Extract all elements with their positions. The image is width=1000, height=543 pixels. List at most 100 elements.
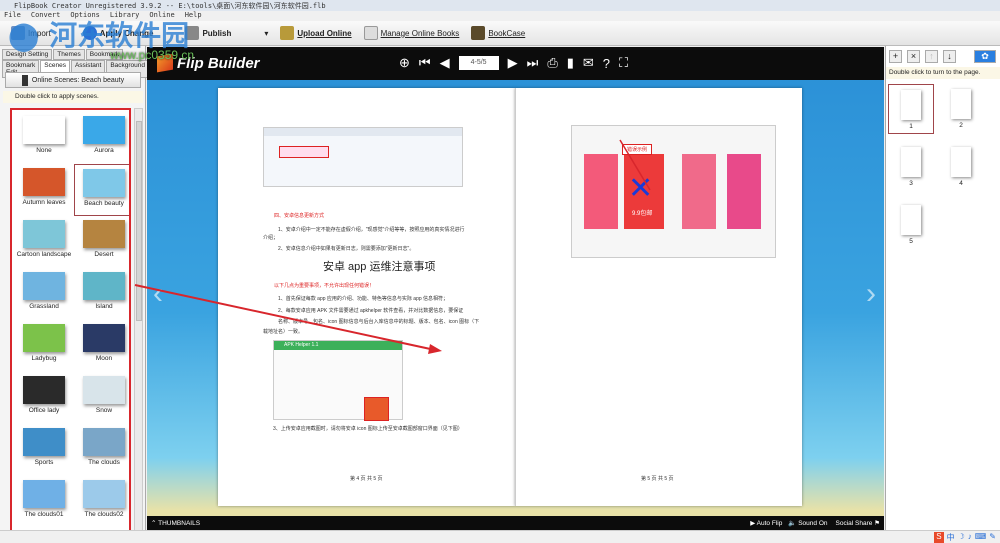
page-indicator-input[interactable]: 4-5/5 bbox=[458, 56, 499, 70]
ime-mode-icon[interactable]: 中 bbox=[947, 532, 955, 543]
sound-button[interactable]: 🔈 Sound On bbox=[788, 519, 827, 527]
scenes-list: None Aurora Autumn leaves Beach beauty Carto… bbox=[10, 108, 131, 541]
scene-thumbnail bbox=[23, 480, 65, 508]
flipbook-viewer: Flip Builder ⊕ ⏮ ◀ 4-5/5 ▶ ⏭ ⎙ ▮ ✉? ⛶ ‹ › 四、安卓信… bbox=[147, 47, 884, 530]
import-label: Import bbox=[28, 28, 51, 38]
scene-label: Moon bbox=[95, 355, 113, 362]
upload-online-button[interactable]: Upload Online bbox=[277, 24, 354, 42]
menu-help[interactable]: Help bbox=[185, 11, 202, 21]
add-page-button[interactable]: + bbox=[889, 50, 902, 63]
move-up-button[interactable]: ↑ bbox=[925, 50, 938, 63]
publish-button[interactable]: Publish ▾ bbox=[182, 24, 271, 42]
print-icon[interactable]: ⎙ bbox=[547, 55, 557, 71]
menu-options[interactable]: Options bbox=[70, 11, 100, 21]
import-icon bbox=[11, 26, 25, 40]
apply-icon bbox=[82, 26, 97, 40]
ime-keyboard-icon[interactable]: ⌨ bbox=[975, 532, 987, 543]
scene-thumbnail bbox=[23, 220, 65, 248]
page-preview bbox=[901, 205, 921, 235]
scene-item[interactable]: Aurora bbox=[74, 112, 129, 164]
scene-label: The clouds bbox=[88, 459, 120, 466]
thumbnails-label: THUMBNAILS bbox=[158, 520, 201, 527]
scene-item[interactable]: The clouds01 bbox=[14, 476, 74, 528]
scene-item[interactable]: Autumn leaves bbox=[14, 164, 74, 216]
page-thumbnail[interactable]: 4 bbox=[938, 142, 984, 192]
autoflip-label: Auto Flip bbox=[756, 520, 783, 527]
scene-item[interactable]: None bbox=[14, 112, 74, 164]
ime-settings-icon[interactable]: ✎ bbox=[989, 532, 996, 543]
scene-item[interactable]: Ladybug bbox=[14, 320, 74, 372]
scene-item[interactable]: The clouds bbox=[74, 424, 129, 476]
paragraph: 载地址名）一致。 bbox=[263, 329, 304, 335]
scene-item[interactable]: Island bbox=[74, 268, 129, 320]
scene-item[interactable]: Cartoon landscape bbox=[14, 216, 74, 268]
paragraph: 1、首先保证每款 app 应用的介绍、功能、特色等信息与实际 app 信息相符； bbox=[278, 296, 449, 302]
tab-themes[interactable]: Themes bbox=[53, 49, 85, 60]
tab-bookmark[interactable]: Bookmark bbox=[85, 49, 124, 60]
sound-label: Sound On bbox=[798, 520, 828, 527]
tab-design-setting[interactable]: Design Setting bbox=[2, 49, 53, 60]
scene-item[interactable]: Beach beauty bbox=[74, 164, 129, 216]
next-page-icon[interactable]: ▶ bbox=[508, 55, 518, 71]
delete-page-button[interactable]: × bbox=[907, 50, 920, 63]
scene-item[interactable]: The clouds02 bbox=[74, 476, 129, 528]
import-button[interactable]: Import bbox=[8, 24, 54, 42]
menu-convert[interactable]: Convert bbox=[31, 11, 61, 21]
ime-moon-icon[interactable]: ☽ bbox=[958, 532, 965, 543]
scene-item[interactable]: Desert bbox=[74, 216, 129, 268]
zoom-in-icon[interactable]: ⊕ bbox=[399, 55, 410, 71]
book-icon bbox=[21, 74, 28, 86]
toolbar: Import Apply Change Publish ▾ Upload Onli… bbox=[0, 21, 1000, 46]
ime-mic-icon[interactable]: ♪ bbox=[968, 532, 972, 543]
scene-thumbnail bbox=[23, 376, 65, 404]
scene-label: Office lady bbox=[28, 407, 60, 414]
move-down-button[interactable]: ↓ bbox=[943, 50, 956, 63]
bookmark-icon[interactable]: ▮ bbox=[567, 55, 574, 71]
page-thumbnail[interactable]: 1 bbox=[888, 84, 934, 134]
help-icon[interactable]: ? bbox=[603, 56, 610, 71]
scene-item[interactable]: Office lady bbox=[14, 372, 74, 424]
scenes-scrollbar[interactable] bbox=[134, 108, 143, 541]
menu-file[interactable]: File bbox=[4, 11, 21, 21]
sogou-icon[interactable]: S bbox=[934, 532, 944, 543]
price-label: 9.9包邮 bbox=[632, 211, 653, 217]
right-page[interactable]: ✕ 错误示例 9.9包邮 第 5 页 共 5 页 bbox=[515, 88, 802, 506]
manage-online-books-button[interactable]: Manage Online Books bbox=[361, 24, 463, 42]
scene-item[interactable]: Snow bbox=[74, 372, 129, 424]
online-scenes-button[interactable]: Online Scenes: Beach beauty bbox=[5, 72, 141, 88]
scene-thumbnail bbox=[83, 272, 125, 300]
fullscreen-icon[interactable]: ⛶ bbox=[619, 55, 628, 71]
scene-thumbnail bbox=[23, 168, 65, 196]
menu-library[interactable]: Library bbox=[110, 11, 140, 21]
publish-icon bbox=[185, 26, 200, 40]
left-page[interactable]: 四、安卓信息更新方式 1、安卓介绍中一定不能存在虚假介绍，"现感觉"介绍等等，按… bbox=[218, 88, 515, 506]
apply-change-button[interactable]: Apply Change bbox=[80, 24, 157, 42]
prev-arrow-icon[interactable]: ‹ bbox=[153, 277, 163, 311]
email-icon[interactable]: ✉ bbox=[583, 55, 594, 71]
prev-page-icon[interactable]: ◀ bbox=[440, 55, 450, 71]
viewer-controls: ⊕ ⏮ ◀ 4-5/5 ▶ ⏭ ⎙ ▮ ✉? ⛶ bbox=[399, 55, 628, 71]
share-icon[interactable]: ✿ bbox=[974, 50, 996, 63]
publish-dropdown-icon[interactable]: ▾ bbox=[264, 29, 268, 38]
scene-item[interactable]: Sports bbox=[14, 424, 74, 476]
scene-thumbnail bbox=[83, 428, 125, 456]
bookcase-button[interactable]: BookCase bbox=[468, 24, 528, 42]
warning-text: 以下几点为重要事项，不允许出现任何错误！ bbox=[274, 283, 375, 289]
scene-thumbnail bbox=[83, 220, 125, 248]
scrollbar-thumb[interactable] bbox=[136, 121, 142, 321]
error-example-label: 错误示例 bbox=[622, 144, 653, 155]
first-page-icon[interactable]: ⏮ bbox=[419, 55, 431, 71]
scene-item[interactable]: Moon bbox=[74, 320, 129, 372]
next-arrow-icon[interactable]: › bbox=[866, 277, 876, 311]
page-thumbnail[interactable]: 2 bbox=[938, 84, 984, 134]
page-preview bbox=[901, 90, 921, 120]
social-share-button[interactable]: Social Share ⚑ bbox=[836, 519, 881, 527]
scene-label: Aurora bbox=[94, 147, 114, 154]
autoflip-button[interactable]: ▶ Auto Flip bbox=[750, 519, 782, 527]
page-thumbnail[interactable]: 3 bbox=[888, 142, 934, 192]
thumbnails-toggle[interactable]: ⌃ THUMBNAILS bbox=[151, 519, 200, 527]
page-thumbnail[interactable]: 5 bbox=[888, 200, 934, 250]
last-page-icon[interactable]: ⏭ bbox=[527, 55, 539, 71]
menu-online[interactable]: Online bbox=[149, 11, 174, 21]
scene-item[interactable]: Grassland bbox=[14, 268, 74, 320]
